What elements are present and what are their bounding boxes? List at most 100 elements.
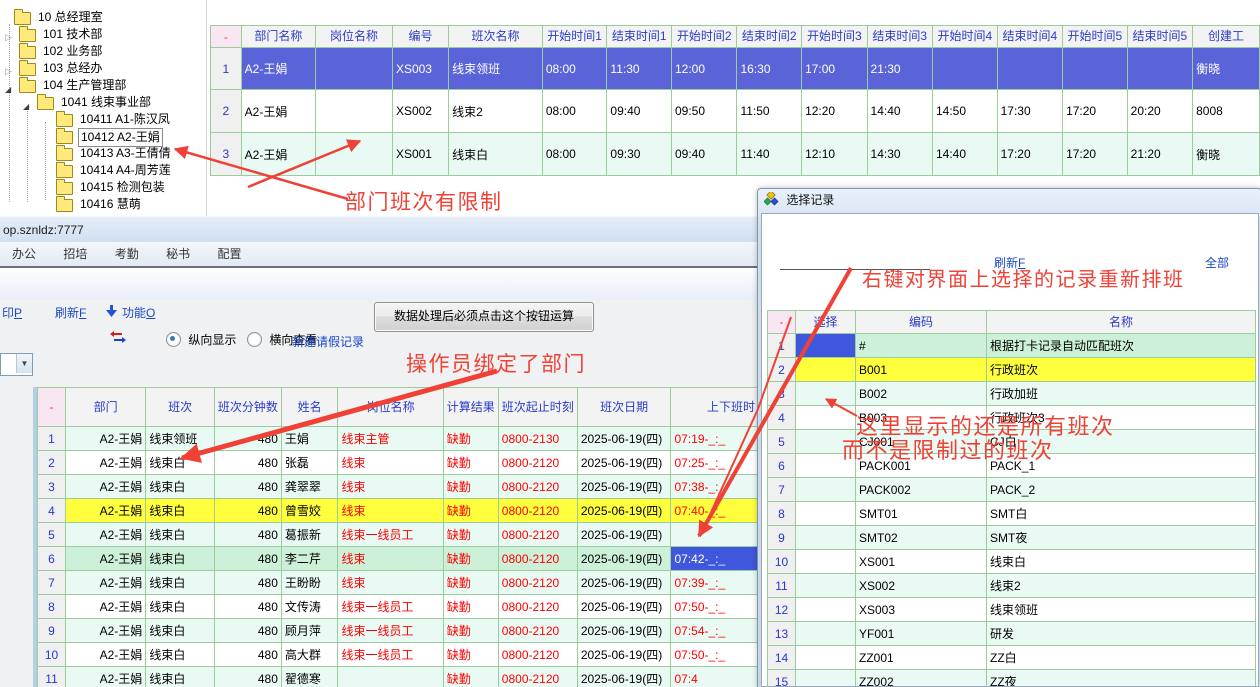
column-header[interactable]: 开始时间4	[933, 26, 998, 48]
cell[interactable]: 线束白	[146, 499, 215, 523]
cell[interactable]: 480	[214, 475, 281, 499]
cell[interactable]: 线束白	[146, 451, 215, 475]
cell[interactable]: 21:20	[1127, 133, 1192, 176]
name-cell[interactable]: 行政加班	[987, 382, 1256, 406]
roster-row[interactable]: 6A2-王娟线束白480李二芹线束缺勤0800-21202025-06-19(四…	[38, 547, 759, 571]
cell[interactable]: 缺勤	[443, 547, 498, 571]
cell[interactable]: 07:4	[671, 667, 759, 687]
cell[interactable]: 缺勤	[443, 619, 498, 643]
shift-option-row[interactable]: 9 SMT02SMT夜	[768, 526, 1256, 550]
table-row[interactable]: 1A2-王娟 XS003线束领班08:0011:3012:0016:3017:0…	[211, 48, 1260, 90]
cell[interactable]: 线束	[338, 475, 443, 499]
menu-recruit[interactable]: 招培	[51, 242, 99, 266]
cell[interactable]: 2025-06-19(四)	[577, 451, 671, 475]
cell[interactable]: 480	[214, 667, 281, 687]
cell[interactable]: 08:00	[542, 90, 607, 133]
cell[interactable]: 线束一线员工	[338, 595, 443, 619]
cell[interactable]: 张磊	[281, 451, 338, 475]
cell[interactable]: 12:10	[802, 133, 867, 176]
shift-option-row[interactable]: 3 B002行政加班	[768, 382, 1256, 406]
cell[interactable]: 480	[214, 547, 281, 571]
cell[interactable]: 线束一线员工	[338, 619, 443, 643]
cell[interactable]: 11:30	[607, 48, 672, 90]
code-cell[interactable]: ZZ001	[856, 646, 987, 670]
cell[interactable]: 0800-2120	[498, 475, 577, 499]
cell[interactable]: 07:42-_:_	[671, 547, 759, 571]
cell[interactable]: 线束主管	[338, 427, 443, 451]
cell[interactable]: 王娟	[281, 427, 338, 451]
column-header[interactable]: 选择	[796, 311, 856, 334]
cell[interactable]: 0800-2120	[498, 499, 577, 523]
cell[interactable]: 线束白	[146, 595, 215, 619]
cell[interactable]: 21:30	[867, 48, 932, 90]
column-header[interactable]: 姓名	[281, 388, 338, 427]
cell[interactable]: A2-王娟	[66, 667, 146, 687]
cell[interactable]	[315, 48, 392, 90]
tree-item[interactable]: 10411 A1-陈汉凤	[0, 111, 206, 128]
chevron-down-icon[interactable]: ▼	[16, 354, 32, 373]
cell[interactable]: 线束	[338, 499, 443, 523]
cell[interactable]: 12:20	[802, 90, 867, 133]
cell[interactable]: 0800-2120	[498, 451, 577, 475]
cell[interactable]: 16:30	[737, 48, 802, 90]
cell[interactable]: 8008	[1193, 90, 1260, 133]
cell[interactable]	[671, 523, 759, 547]
swap-orientation-icon[interactable]	[110, 331, 126, 344]
tree-item[interactable]: 10414 A4-周芳莲	[0, 162, 206, 179]
column-header[interactable]: 班次名称	[449, 26, 543, 48]
menu-office[interactable]: 办公	[0, 242, 48, 266]
cell[interactable]: 衡晓	[1193, 133, 1260, 176]
cell[interactable]: 480	[214, 499, 281, 523]
cell[interactable]: 07:40-_:_	[671, 499, 759, 523]
menu-config[interactable]: 配置	[205, 242, 253, 266]
tree-item[interactable]: ◢1041 线束事业部	[0, 94, 206, 111]
cell[interactable]: 480	[214, 427, 281, 451]
column-header[interactable]: 名称	[987, 311, 1256, 334]
cell[interactable]: 线束一线员工	[338, 643, 443, 667]
cell[interactable]: 缺勤	[443, 427, 498, 451]
cell[interactable]: 线束	[338, 571, 443, 595]
name-cell[interactable]: 线束领班	[987, 598, 1256, 622]
column-header[interactable]: 结束时间4	[997, 26, 1062, 48]
cell[interactable]: 2025-06-19(四)	[577, 571, 671, 595]
cell[interactable]: 09:40	[672, 133, 737, 176]
cell[interactable]: 文传涛	[281, 595, 338, 619]
cell[interactable]: A2-王娟	[66, 475, 146, 499]
cell[interactable]: 缺勤	[443, 523, 498, 547]
code-cell[interactable]: PACK002	[856, 478, 987, 502]
cell[interactable]: 07:19-_:_	[671, 427, 759, 451]
shift-option-row[interactable]: 11 XS002线束2	[768, 574, 1256, 598]
name-cell[interactable]: ZZ夜	[987, 670, 1256, 687]
cell[interactable]: 衡晓	[1193, 48, 1260, 90]
cell[interactable]: 0800-2120	[498, 667, 577, 687]
code-cell[interactable]: XS003	[856, 598, 987, 622]
tree-item[interactable]: 102 业务部	[0, 43, 206, 60]
cell[interactable]: A2-王娟	[66, 427, 146, 451]
cell[interactable]	[338, 667, 443, 687]
cell[interactable]: 0800-2120	[498, 643, 577, 667]
cell[interactable]: 葛振新	[281, 523, 338, 547]
shift-option-row[interactable]: 13 YF001研发	[768, 622, 1256, 646]
column-header[interactable]: 岗位名称	[315, 26, 392, 48]
cell[interactable]: 线束白	[146, 667, 215, 687]
cell[interactable]	[315, 90, 392, 133]
cell[interactable]: 17:20	[1063, 90, 1128, 133]
cell[interactable]: XS002	[392, 90, 448, 133]
column-header[interactable]: 上下班时	[671, 388, 759, 427]
cell[interactable]: 2025-06-19(四)	[577, 619, 671, 643]
cell[interactable]: 480	[214, 595, 281, 619]
cell[interactable]: 07:25-_:_	[671, 451, 759, 475]
cell[interactable]: 李二芹	[281, 547, 338, 571]
cell[interactable]	[1063, 48, 1128, 90]
cell[interactable]: 缺勤	[443, 643, 498, 667]
cell[interactable]: 0800-2120	[498, 619, 577, 643]
filter-combobox[interactable]: ▼	[0, 353, 33, 376]
cell[interactable]: 07:54-_:_	[671, 619, 759, 643]
column-header[interactable]: 班次分钟数	[214, 388, 281, 427]
code-cell[interactable]: XS001	[856, 550, 987, 574]
cell[interactable]: 12:00	[672, 48, 737, 90]
code-cell[interactable]: XS002	[856, 574, 987, 598]
cell[interactable]: 0800-2130	[498, 427, 577, 451]
cell[interactable]	[933, 48, 998, 90]
code-cell[interactable]: ZZ002	[856, 670, 987, 687]
